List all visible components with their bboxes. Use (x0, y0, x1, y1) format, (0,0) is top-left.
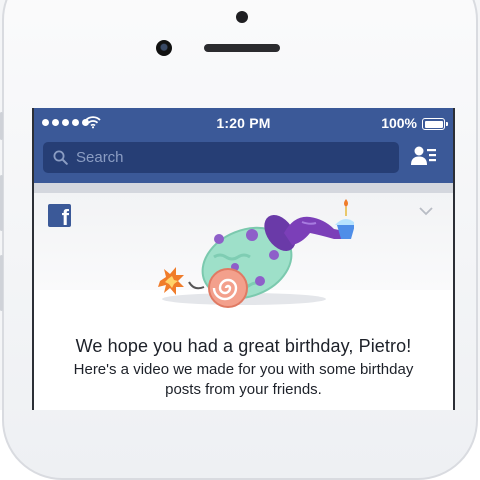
friend-requests-icon[interactable] (411, 145, 437, 167)
search-input[interactable]: Search (43, 142, 399, 173)
birthday-cannon-illustration (158, 199, 354, 308)
card-title: We hope you had a great birthday, Pietro… (75, 336, 412, 356)
side-button (0, 255, 3, 311)
battery-percent: 100% (381, 115, 417, 131)
side-button (0, 175, 3, 231)
side-button (0, 112, 3, 140)
phone-frame: 1:20 PM 100% Search f We hope you had a … (0, 0, 480, 480)
search-icon (53, 150, 68, 165)
facebook-logo-icon: f (48, 204, 71, 227)
card-subtitle: Here's a video we made for you with some… (73, 361, 414, 398)
phone-screen: 1:20 PM 100% Search f We hope you had a … (32, 108, 455, 410)
app-header: 1:20 PM 100% Search (34, 108, 453, 183)
birthday-card: f We hope you had a great birthday, Piet… (34, 193, 453, 410)
status-bar: 1:20 PM 100% (34, 114, 453, 132)
feed-divider (34, 183, 453, 193)
search-placeholder: Search (76, 149, 124, 166)
front-camera (156, 40, 172, 56)
earpiece-speaker (204, 44, 280, 52)
battery-icon (422, 118, 448, 130)
chevron-down-icon[interactable] (419, 207, 433, 216)
proximity-sensor (236, 11, 248, 23)
